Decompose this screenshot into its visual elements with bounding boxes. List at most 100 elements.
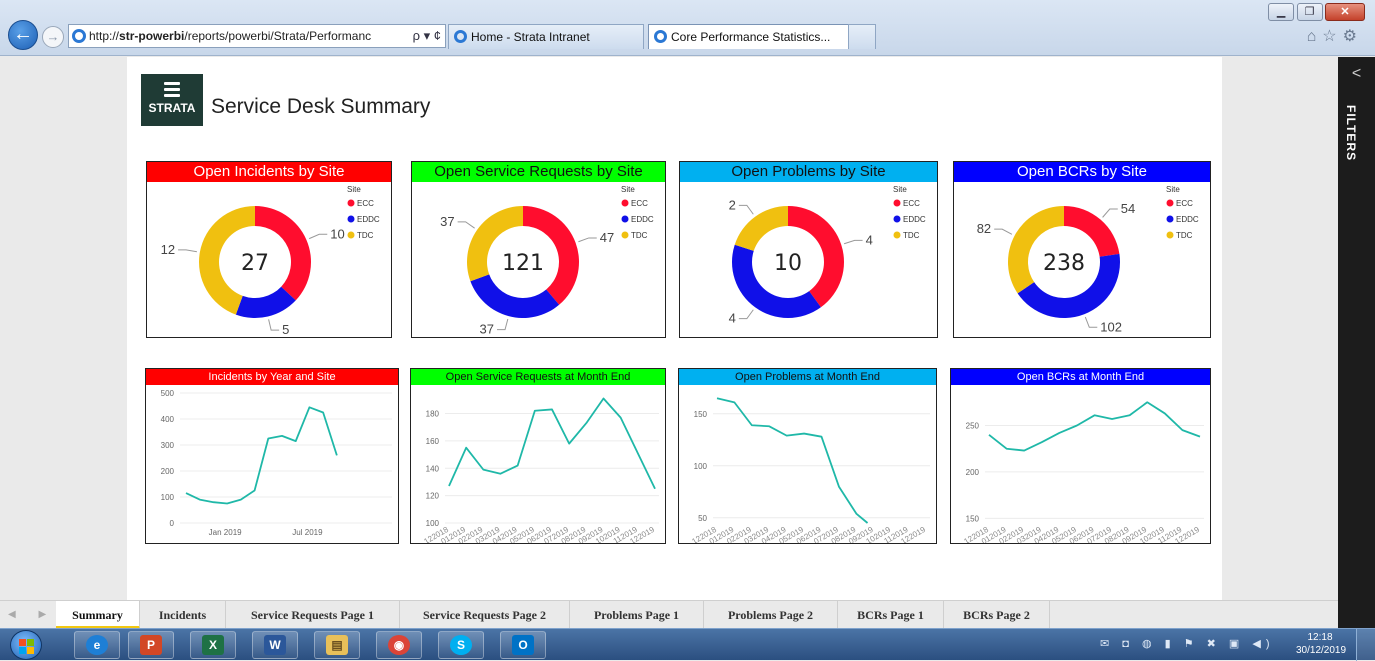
legend-item[interactable]: ECC	[357, 199, 374, 208]
legend-item[interactable]: TDC	[1176, 231, 1193, 240]
donut-data-label: 2	[729, 197, 736, 212]
donut-card-service-requests[interactable]: Open Service Requests by Site 473737121S…	[411, 161, 666, 338]
report-viewport: STRATA Service Desk Summary Open Inciden…	[0, 57, 1338, 600]
taskbar-chrome[interactable]: ◉	[376, 631, 422, 659]
legend-item[interactable]: EDDC	[903, 215, 926, 224]
taskbar-outlook[interactable]: O	[500, 631, 546, 659]
line-chart: 1502002501220180120190220190320190420190…	[951, 385, 1210, 543]
collapse-filters-icon[interactable]: <	[1338, 65, 1375, 83]
chrome-icon: ◉	[388, 635, 410, 655]
line-card-incidents-by-year[interactable]: Incidents by Year and Site 0100200300400…	[145, 368, 399, 544]
donut-leader-line	[739, 205, 753, 214]
donut-chart: 44210SiteECCEDDCTDC	[680, 182, 937, 337]
legend-item[interactable]: ECC	[1176, 199, 1193, 208]
start-button[interactable]	[10, 630, 42, 660]
page-tab-service-requests-1[interactable]: Service Requests Page 1	[226, 601, 400, 629]
maximize-button[interactable]: ❐	[1297, 3, 1323, 21]
page-tab-summary[interactable]: Summary	[56, 601, 140, 629]
line-card-problems-month-end[interactable]: Open Problems at Month End 5010015012201…	[678, 368, 937, 544]
taskbar-file-explorer[interactable]: ▤	[314, 631, 360, 659]
series-line[interactable]	[186, 407, 337, 503]
y-tick-label: 150	[966, 514, 980, 523]
clock-time: 12:18	[1296, 631, 1344, 644]
legend-item[interactable]: TDC	[631, 231, 648, 240]
donut-card-bcrs[interactable]: Open BCRs by Site 5410282238SiteECCEDDCT…	[953, 161, 1211, 338]
donut-chart: 5410282238SiteECCEDDCTDC	[954, 182, 1210, 337]
legend-item[interactable]: EDDC	[357, 215, 380, 224]
donut-card-incidents[interactable]: Open Incidents by Site 1051227SiteECCEDD…	[146, 161, 392, 338]
back-button[interactable]: ←	[8, 20, 38, 50]
taskbar-skype[interactable]: S	[438, 631, 484, 659]
taskbar-excel[interactable]: X	[190, 631, 236, 659]
ie-page-icon	[72, 29, 86, 43]
browser-tab-home[interactable]: Home - Strata Intranet	[448, 24, 644, 49]
browser-tools-icons[interactable]: ⌂☆⚙	[1307, 26, 1363, 46]
filters-pane[interactable]: < FILTERS	[1338, 57, 1375, 628]
donut-data-label: 12	[161, 242, 175, 257]
browser-tab-active[interactable]: Core Performance Statistics... ✕	[648, 24, 876, 49]
series-line[interactable]	[717, 398, 868, 523]
donut-card-problems[interactable]: Open Problems by Site 44210SiteECCEDDCTD…	[679, 161, 938, 338]
browser-chrome: ← → http://str-powerbi/reports/powerbi/S…	[0, 0, 1375, 56]
page-tab-service-requests-2[interactable]: Service Requests Page 2	[400, 601, 570, 629]
legend-item[interactable]: EDDC	[631, 215, 654, 224]
address-bar[interactable]: http://str-powerbi/reports/powerbi/Strat…	[68, 24, 446, 48]
taskbar-ie[interactable]: e	[74, 631, 120, 659]
donut-segment-tdc[interactable]	[735, 206, 788, 251]
clock-date: 30/12/2019	[1296, 644, 1344, 657]
address-prefix: http://	[89, 29, 119, 43]
series-line[interactable]	[449, 398, 655, 488]
line-chart: 5010015012201801201902201903201904201905…	[679, 385, 936, 543]
y-tick-label: 100	[694, 462, 708, 471]
line-card-bcrs-month-end[interactable]: Open BCRs at Month End 15020025012201801…	[950, 368, 1211, 544]
donut-leader-line	[309, 234, 327, 238]
donut-leader-line	[994, 229, 1012, 234]
donut-data-label: 82	[977, 221, 991, 236]
legend-marker	[622, 200, 629, 207]
legend-item[interactable]: ECC	[903, 199, 920, 208]
page-tab-bcrs-2[interactable]: BCRs Page 2	[944, 601, 1050, 629]
browser-tab-label: Core Performance Statistics...	[671, 30, 830, 44]
close-window-button[interactable]: ✕	[1325, 3, 1365, 21]
donut-total-label: 121	[502, 251, 544, 276]
page-scroll-arrows[interactable]: ◀ ▶	[8, 609, 56, 620]
page-tab-problems-2[interactable]: Problems Page 2	[704, 601, 838, 629]
donut-leader-line	[739, 310, 753, 319]
donut-segment-ecc[interactable]	[1064, 206, 1119, 257]
system-tray-icons[interactable]: ✉ ◘ ◍ ▮ ⚑ ✖ ▣ ◀)	[1100, 637, 1275, 650]
legend-marker	[894, 200, 901, 207]
taskbar-word[interactable]: W	[252, 631, 298, 659]
legend-item[interactable]: TDC	[357, 231, 374, 240]
report-canvas: STRATA Service Desk Summary Open Inciden…	[127, 57, 1222, 600]
legend-item[interactable]: EDDC	[1176, 215, 1199, 224]
excel-icon: X	[202, 635, 224, 655]
taskbar: e P X W ▤ ◉ S O ✉ ◘ ◍ ▮ ⚑ ✖ ▣ ◀) 12:18 3…	[0, 628, 1375, 660]
address-tools[interactable]: ρ ▾ ¢	[409, 25, 441, 47]
filters-label[interactable]: FILTERS	[1344, 105, 1358, 161]
browser-tab-label: Home - Strata Intranet	[471, 30, 590, 44]
page-tab-incidents[interactable]: Incidents	[140, 601, 226, 629]
forward-button[interactable]: →	[42, 26, 64, 48]
taskbar-clock[interactable]: 12:18 30/12/2019	[1296, 631, 1344, 657]
y-tick-label: 400	[161, 415, 175, 424]
donut-segment-tdc[interactable]	[1008, 206, 1064, 293]
show-desktop-button[interactable]	[1356, 629, 1375, 661]
y-tick-label: 300	[161, 441, 175, 450]
legend-marker	[1167, 232, 1174, 239]
legend-item[interactable]: ECC	[631, 199, 648, 208]
y-tick-label: 200	[966, 468, 980, 477]
legend-item[interactable]: TDC	[903, 231, 920, 240]
donut-data-label: 37	[480, 322, 494, 337]
new-tab-button[interactable]	[848, 24, 876, 49]
page-tab-problems-1[interactable]: Problems Page 1	[570, 601, 704, 629]
series-line[interactable]	[989, 402, 1200, 450]
line-chart: 1001201401601801220180120190220190320190…	[411, 385, 665, 543]
line-card-service-requests-month-end[interactable]: Open Service Requests at Month End 10012…	[410, 368, 666, 544]
page-tab-bcrs-1[interactable]: BCRs Page 1	[838, 601, 944, 629]
legend-marker	[622, 232, 629, 239]
donut-segment-eddc[interactable]	[470, 274, 559, 318]
donut-data-label: 5	[282, 322, 289, 337]
donut-leader-line	[844, 240, 862, 243]
taskbar-powerpoint[interactable]: P	[128, 631, 174, 659]
minimize-button[interactable]: ▁	[1268, 3, 1294, 21]
